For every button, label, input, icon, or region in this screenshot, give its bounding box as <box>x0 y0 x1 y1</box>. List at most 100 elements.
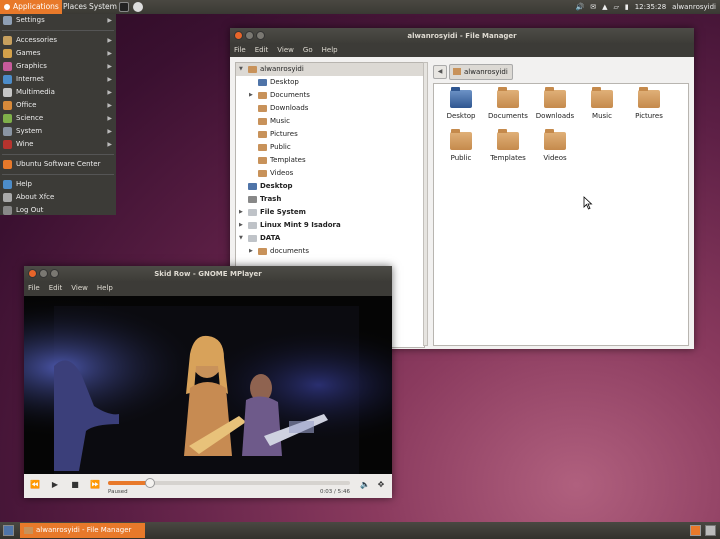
folder-item-label: Templates <box>490 154 526 162</box>
tree-item-templates[interactable]: Templates <box>236 154 424 167</box>
file-manager-icon-view[interactable]: Desktop Documents Downloads Music Pictures Pu… <box>433 83 689 346</box>
volume-icon[interactable]: 🔈 <box>360 480 370 490</box>
trash-applet-icon[interactable] <box>705 525 716 536</box>
app-menu-item-system[interactable]: System ▶ <box>0 125 116 138</box>
breadcrumb-home[interactable]: alwanrosyidi <box>449 64 513 80</box>
mail-icon[interactable]: ✉ <box>590 3 596 11</box>
mplayer-menu-help[interactable]: Help <box>97 282 113 295</box>
tree-item-videos[interactable]: Videos <box>236 167 424 180</box>
maximize-icon[interactable] <box>50 269 59 278</box>
seek-bar[interactable] <box>108 478 350 488</box>
back-arrow-icon[interactable]: ◀ <box>433 65 447 79</box>
expander-open-icon[interactable]: ▼ <box>239 232 243 245</box>
bluetooth-icon[interactable]: ▱ <box>613 3 618 11</box>
home-folder-icon <box>248 66 257 73</box>
app-menu-item-ubuntu-software-center[interactable]: Ubuntu Software Center <box>0 158 116 171</box>
app-menu-item-label: Graphics <box>16 62 47 70</box>
app-menu-item-log-out[interactable]: Log Out <box>0 204 116 217</box>
folder-item-desktop[interactable]: Desktop <box>438 87 484 120</box>
maximize-icon[interactable] <box>256 31 265 40</box>
tree-item-label: alwanrosyidi <box>260 65 304 73</box>
applications-menu[interactable]: Applications <box>0 0 62 14</box>
folder-item-documents[interactable]: Documents <box>485 87 531 120</box>
seek-bar-handle[interactable] <box>145 478 156 488</box>
app-menu-item-multimedia[interactable]: Multimedia ▶ <box>0 86 116 99</box>
tree-item-data[interactable]: ▼ DATA <box>236 232 424 245</box>
close-icon[interactable] <box>234 31 243 40</box>
expander-closed-icon[interactable]: ▶ <box>239 206 243 219</box>
app-menu-item-help[interactable]: Help <box>0 178 116 191</box>
rewind-icon[interactable]: ⏪ <box>30 480 40 490</box>
tree-item-documents[interactable]: ▶ documents <box>236 245 424 258</box>
folder-item-public[interactable]: Public <box>438 129 484 162</box>
volume-icon[interactable]: 🔊 <box>575 3 584 11</box>
power-icon[interactable]: ▮ <box>625 3 629 11</box>
file-manager-titlebar[interactable]: alwanrosyidi - File Manager <box>230 28 694 44</box>
taskbar-file-manager[interactable]: alwanrosyidi - File Manager <box>20 523 145 538</box>
file-manager-title: alwanrosyidi - File Manager <box>407 32 517 40</box>
file-manager-menu-file[interactable]: File <box>234 44 246 57</box>
expander-closed-icon[interactable]: ▶ <box>249 89 253 102</box>
tree-item-desktop[interactable]: Desktop <box>236 180 424 193</box>
tree-item-trash[interactable]: Trash <box>236 193 424 206</box>
file-manager-menu-edit[interactable]: Edit <box>255 44 269 57</box>
tree-item-music[interactable]: Music <box>236 115 424 128</box>
app-menu-item-label: Settings <box>16 16 45 24</box>
tree-item-label: Downloads <box>270 104 309 112</box>
folder-item-label: Videos <box>543 154 567 162</box>
fast-forward-icon[interactable]: ⏩ <box>90 480 100 490</box>
app-menu-item-settings[interactable]: Settings ▶ <box>0 14 116 27</box>
app-menu-item-internet[interactable]: Internet ▶ <box>0 73 116 86</box>
fullscreen-icon[interactable]: ✥ <box>376 480 386 490</box>
file-manager-menu-view[interactable]: View <box>277 44 294 57</box>
video-frame[interactable] <box>24 296 392 474</box>
file-manager-menu-help[interactable]: Help <box>322 44 338 57</box>
taskbar-file-manager-label: alwanrosyidi - File Manager <box>36 526 132 534</box>
network-icon[interactable]: ▲ <box>602 3 607 11</box>
minimize-icon[interactable] <box>39 269 48 278</box>
folder-icon <box>258 144 267 151</box>
app-menu-item-graphics[interactable]: Graphics ▶ <box>0 60 116 73</box>
show-desktop-icon[interactable] <box>3 525 14 536</box>
tree-item-file-system[interactable]: ▶ File System <box>236 206 424 219</box>
tree-item-alwanrosyidi[interactable]: ▼ alwanrosyidi <box>236 63 424 76</box>
sidebar-scrollbar[interactable] <box>423 62 428 346</box>
play-icon[interactable]: ▶ <box>50 480 60 490</box>
close-icon[interactable] <box>28 269 37 278</box>
tree-item-label: Music <box>270 117 290 125</box>
tree-item-linux-mint-9-isadora[interactable]: ▶ Linux Mint 9 Isadora <box>236 219 424 232</box>
mplayer-menu-edit[interactable]: Edit <box>49 282 63 295</box>
system-menu[interactable]: System <box>86 0 120 14</box>
expander-closed-icon[interactable]: ▶ <box>239 219 243 232</box>
app-menu-item-games[interactable]: Games ▶ <box>0 47 116 60</box>
tree-item-pictures[interactable]: Pictures <box>236 128 424 141</box>
app-menu-item-about-xfce[interactable]: About Xfce <box>0 191 116 204</box>
file-manager-menu-go[interactable]: Go <box>303 44 313 57</box>
folder-item-downloads[interactable]: Downloads <box>532 87 578 120</box>
mplayer-menu-view[interactable]: View <box>71 282 88 295</box>
expander-closed-icon[interactable]: ▶ <box>249 245 253 258</box>
app-menu-item-science[interactable]: Science ▶ <box>0 112 116 125</box>
terminal-launcher-icon[interactable] <box>119 2 129 12</box>
tree-item-documents[interactable]: ▶ Documents <box>236 89 424 102</box>
clock[interactable]: 12:35:28 <box>635 3 666 11</box>
minimize-icon[interactable] <box>245 31 254 40</box>
mplayer-titlebar[interactable]: Skid Row - GNOME MPlayer <box>24 266 392 282</box>
folder-item-pictures[interactable]: Pictures <box>626 87 672 120</box>
applications-dropdown: Settings ▶ Accessories ▶ Games ▶ Graphics ▶ Inte… <box>0 14 116 215</box>
folder-item-templates[interactable]: Templates <box>485 129 531 162</box>
folder-item-videos[interactable]: Videos <box>532 129 578 162</box>
tree-item-desktop[interactable]: Desktop <box>236 76 424 89</box>
tree-item-public[interactable]: Public <box>236 141 424 154</box>
mplayer-menu-file[interactable]: File <box>28 282 40 295</box>
tree-item-downloads[interactable]: Downloads <box>236 102 424 115</box>
user-name[interactable]: alwanrosyidi <box>672 3 716 11</box>
app-menu-item-wine[interactable]: Wine ▶ <box>0 138 116 151</box>
app-menu-item-accessories[interactable]: Accessories ▶ <box>0 34 116 47</box>
workspace-1-icon[interactable] <box>690 525 701 536</box>
folder-item-music[interactable]: Music <box>579 87 625 120</box>
app-menu-item-office[interactable]: Office ▶ <box>0 99 116 112</box>
expander-open-icon[interactable]: ▼ <box>239 63 243 76</box>
settings-launcher-icon[interactable] <box>133 2 143 12</box>
stop-icon[interactable]: ■ <box>70 480 80 490</box>
